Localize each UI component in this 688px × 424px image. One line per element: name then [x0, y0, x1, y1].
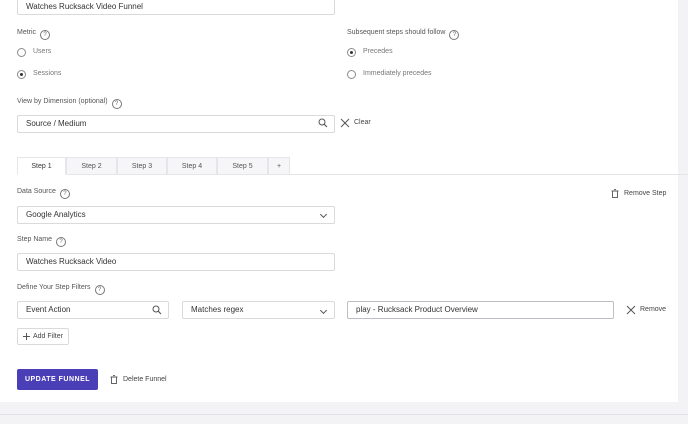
funnel-name-input[interactable]: Watches Rucksack Video Funnel — [17, 0, 335, 15]
filter-value-input[interactable]: play - Rucksack Product Overview — [347, 301, 614, 319]
tab-step-4[interactable]: Step 4 — [167, 157, 217, 175]
close-icon — [626, 305, 636, 315]
search-icon — [152, 305, 162, 315]
close-icon — [340, 118, 350, 128]
precedes-radio[interactable] — [347, 48, 356, 57]
search-icon — [318, 118, 328, 128]
help-icon[interactable]: ? — [40, 30, 51, 40]
subsequent-label: Subsequent steps should follow? — [347, 29, 460, 40]
trash-icon — [611, 189, 619, 198]
funnel-name-value: Watches Rucksack Video Funnel — [26, 2, 143, 11]
step-name-input[interactable]: Watches Rucksack Video — [17, 253, 335, 271]
step-name-value: Watches Rucksack Video — [26, 257, 117, 266]
data-source-select[interactable]: Google Analytics — [17, 206, 335, 224]
page-footer-divider — [0, 414, 688, 415]
clear-dimension-button[interactable]: Clear — [340, 118, 375, 130]
metric-users-label: Users — [33, 48, 52, 55]
filter-value: play - Rucksack Product Overview — [356, 305, 478, 314]
add-filter-label: Add Filter — [33, 333, 63, 340]
filter-field-value: Event Action — [26, 305, 71, 314]
step-filters-label: Define Your Step Filters? — [17, 284, 105, 295]
data-source-label: Data Source? — [17, 188, 70, 199]
remove-step-label: Remove Step — [624, 190, 667, 197]
remove-filter-button[interactable]: Remove — [626, 305, 670, 317]
update-funnel-label: UPDATE FUNNEL — [24, 376, 91, 383]
add-filter-button[interactable]: Add Filter — [17, 328, 69, 345]
metric-users-radio[interactable] — [17, 48, 26, 57]
dimension-value: Source / Medium — [26, 119, 87, 128]
filter-field-input[interactable]: Event Action — [17, 301, 169, 319]
help-icon[interactable]: ? — [94, 285, 105, 295]
help-icon[interactable]: ? — [59, 189, 70, 199]
delete-funnel-label: Delete Funnel — [123, 376, 167, 383]
dimension-input[interactable]: Source / Medium — [17, 115, 335, 133]
step-name-label: Step Name? — [17, 236, 67, 247]
remove-filter-label: Remove — [640, 306, 667, 313]
immediately-precedes-radio[interactable] — [347, 70, 356, 79]
plus-icon — [23, 333, 30, 340]
metric-sessions-label: Sessions — [33, 70, 62, 77]
precedes-label: Precedes — [363, 48, 393, 55]
immediately-precedes-label: Immediately precedes — [363, 70, 432, 77]
clear-label: Clear — [354, 119, 371, 126]
trash-icon — [110, 375, 118, 384]
remove-step-button[interactable]: Remove Step — [611, 189, 669, 199]
metric-sessions-radio[interactable] — [17, 70, 26, 79]
filter-operator-select[interactable]: Matches regex — [182, 301, 335, 319]
filter-operator-value: Matches regex — [191, 305, 244, 314]
delete-funnel-button[interactable]: Delete Funnel — [110, 375, 168, 385]
funnel-editor-panel: Watches Rucksack Video Funnel Metric? Us… — [0, 0, 688, 402]
data-source-value: Google Analytics — [26, 210, 86, 219]
tab-add-step[interactable]: + — [268, 157, 290, 175]
update-funnel-button[interactable]: UPDATE FUNNEL — [17, 369, 98, 390]
tab-step-3[interactable]: Step 3 — [117, 157, 167, 175]
metric-label: Metric? — [17, 29, 51, 40]
dimension-label: View by Dimension (optional)? — [17, 98, 122, 109]
tab-step-1[interactable]: Step 1 — [17, 157, 66, 175]
help-icon[interactable]: ? — [111, 99, 122, 109]
help-icon[interactable]: ? — [56, 237, 67, 247]
help-icon[interactable]: ? — [449, 30, 460, 40]
tab-step-5[interactable]: Step 5 — [217, 157, 268, 175]
tab-step-2[interactable]: Step 2 — [66, 157, 117, 175]
